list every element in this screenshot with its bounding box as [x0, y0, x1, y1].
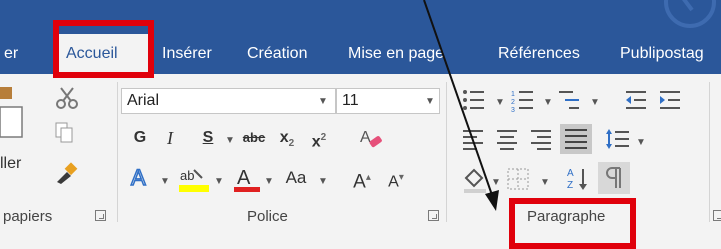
- word-ribbon-screenshot: er Accueil Insérer Création Mise en page…: [0, 0, 721, 249]
- annotation-arrow-icon: [423, 0, 499, 211]
